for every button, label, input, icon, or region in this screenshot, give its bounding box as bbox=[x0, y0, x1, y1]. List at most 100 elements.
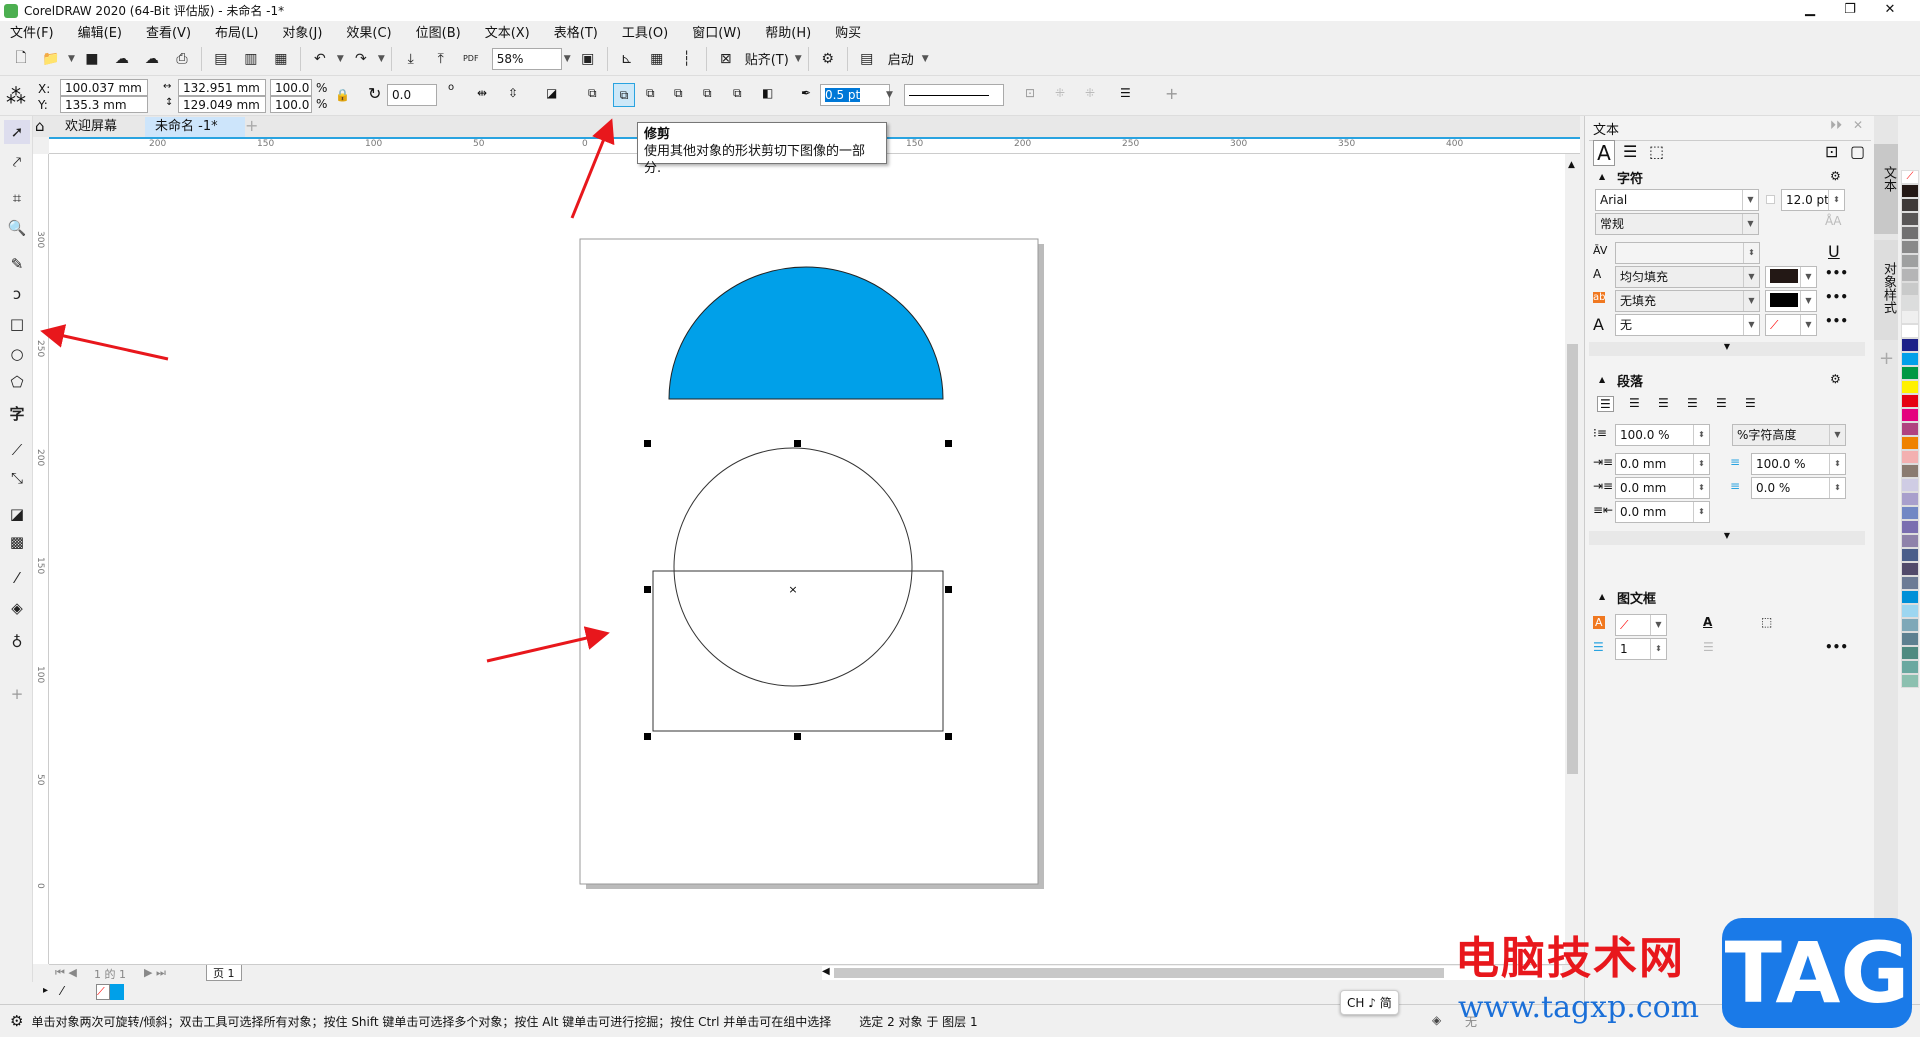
ellipse-tool-icon[interactable]: ○ bbox=[4, 342, 30, 366]
font-select[interactable]: Arial ▼ bbox=[1595, 189, 1759, 211]
palette-swatch[interactable] bbox=[1901, 492, 1919, 506]
smart-fill-icon[interactable]: ♁ bbox=[4, 630, 30, 654]
interactive-fill-icon[interactable]: ◈ bbox=[4, 596, 30, 620]
rotation-angle-input[interactable]: 0.0 bbox=[387, 84, 437, 106]
back-minus-front-icon[interactable]: ⧉ bbox=[733, 86, 742, 101]
launch-icon[interactable]: ▤ bbox=[855, 47, 879, 71]
expand-character-icon[interactable]: ▼ bbox=[1589, 342, 1865, 356]
outline-select[interactable]: 无 ▼ bbox=[1615, 314, 1760, 336]
palette-swatch[interactable] bbox=[1901, 198, 1919, 212]
tab-document[interactable]: 未命名 -1* bbox=[145, 117, 245, 137]
space-before-input[interactable]: 100.0 % ⬍ bbox=[1751, 453, 1846, 475]
palette-swatch[interactable] bbox=[1901, 338, 1919, 352]
outline-width-dropdown[interactable]: ▼ bbox=[886, 90, 893, 100]
docker-expand-icon[interactable]: ⏵⏵ bbox=[1830, 118, 1842, 133]
expand-paragraph-icon[interactable]: ▼ bbox=[1589, 531, 1865, 545]
eyedropper-icon[interactable]: ⁄ bbox=[61, 984, 63, 998]
menu-edit[interactable]: 编辑(E) bbox=[78, 22, 122, 41]
menu-effects[interactable]: 效果(C) bbox=[346, 22, 391, 41]
polygon-tool-icon[interactable]: ⬠ bbox=[4, 370, 30, 394]
palette-swatch[interactable] bbox=[1901, 282, 1919, 296]
background-color-picker[interactable]: ▼ bbox=[1765, 290, 1817, 312]
zoom-dropdown-icon[interactable]: ▼ bbox=[564, 54, 571, 64]
page-nav-last-icon[interactable]: ▶ ⏭ bbox=[144, 966, 166, 980]
horizontal-scrollbar[interactable]: ◀ bbox=[822, 966, 1562, 980]
palette-swatch[interactable] bbox=[1901, 226, 1919, 240]
force-justify-icon[interactable]: ☰ bbox=[1745, 396, 1756, 410]
weld-icon[interactable]: ⧉ bbox=[588, 86, 597, 101]
align-icon[interactable]: ☰ bbox=[1120, 86, 1131, 100]
side-tab-text[interactable]: 文本 bbox=[1874, 144, 1898, 234]
align-right-icon[interactable]: ☰ bbox=[1687, 396, 1698, 410]
y-position-input[interactable]: 135.3 mm bbox=[60, 96, 148, 113]
frame-options-icon[interactable]: ▢ bbox=[1850, 142, 1865, 161]
palette-swatch[interactable] bbox=[1901, 436, 1919, 450]
palette-swatch[interactable] bbox=[1901, 394, 1919, 408]
apply-icon[interactable]: ⊡ bbox=[1825, 142, 1838, 161]
menu-tools[interactable]: 工具(O) bbox=[622, 22, 668, 41]
font-size-scale-icon[interactable]: ÅA bbox=[1825, 214, 1841, 228]
drawing-canvas[interactable]: × bbox=[49, 154, 1565, 964]
column-balance-icon[interactable]: ☰ bbox=[1703, 640, 1714, 654]
export-pdf-icon[interactable]: PDF bbox=[459, 47, 483, 71]
frame-more-button[interactable]: ••• bbox=[1825, 640, 1848, 654]
node-icon[interactable]: ⁜ bbox=[1085, 86, 1095, 100]
snap-off-icon[interactable]: ⊠ bbox=[714, 47, 738, 71]
palette-swatch[interactable] bbox=[1901, 352, 1919, 366]
vertical-alignment-icon[interactable]: A bbox=[1703, 615, 1712, 629]
palette-swatch[interactable] bbox=[1901, 296, 1919, 310]
boundary-icon[interactable]: ◧ bbox=[762, 86, 773, 100]
outline-more-button[interactable]: ••• bbox=[1825, 314, 1848, 328]
add-icon[interactable]: + bbox=[1165, 84, 1178, 103]
palette-swatch[interactable] bbox=[1901, 268, 1919, 282]
trim-icon[interactable]: ⧉ bbox=[613, 83, 635, 107]
artistic-media-icon[interactable]: ↄ bbox=[4, 282, 30, 306]
frame-resize-icon[interactable]: ⬚ bbox=[1761, 615, 1772, 629]
palette-swatch[interactable] bbox=[1901, 254, 1919, 268]
add-tool-icon[interactable]: + bbox=[4, 682, 30, 706]
crop-tool-icon[interactable]: ⌗ bbox=[4, 186, 30, 210]
x-position-input[interactable]: 100.037 mm bbox=[60, 79, 148, 96]
font-size-input[interactable]: 12.0 pt ⬍ bbox=[1781, 189, 1845, 211]
menu-view[interactable]: 查看(V) bbox=[146, 22, 191, 41]
background-more-button[interactable]: ••• bbox=[1825, 290, 1848, 304]
menu-object[interactable]: 对象(J) bbox=[282, 22, 322, 41]
palette-swatch[interactable] bbox=[1901, 590, 1919, 604]
justify-icon[interactable]: ☰ bbox=[1716, 396, 1727, 410]
eyedropper-icon[interactable]: ⁄ bbox=[4, 566, 30, 590]
page-nav-first-icon[interactable]: ⏮ ◀ bbox=[55, 966, 77, 980]
palette-swatch[interactable] bbox=[1901, 478, 1919, 492]
zoom-level-input[interactable]: 58% bbox=[491, 47, 562, 70]
menu-text[interactable]: 文本(X) bbox=[485, 22, 530, 41]
show-rulers-icon[interactable]: ⊾ bbox=[615, 47, 639, 71]
palette-swatch[interactable] bbox=[1901, 562, 1919, 576]
palette-swatch[interactable] bbox=[1901, 184, 1919, 198]
tab-welcome[interactable]: 欢迎屏幕 bbox=[55, 117, 127, 137]
no-color-swatch[interactable]: ⟋ bbox=[1901, 170, 1919, 184]
connector-tool-icon[interactable]: ⤡ bbox=[4, 466, 30, 490]
palette-swatch[interactable] bbox=[1901, 548, 1919, 562]
width-input[interactable]: 132.951 mm bbox=[178, 79, 266, 96]
menu-buy[interactable]: 购买 bbox=[835, 22, 861, 41]
paragraph-settings-icon[interactable]: ⚙ bbox=[1830, 372, 1841, 386]
open-icon[interactable]: 📁 bbox=[39, 47, 63, 71]
scroll-up-icon[interactable]: ▲ bbox=[1568, 160, 1575, 170]
frame-background-color[interactable]: ⟋ ▼ bbox=[1615, 614, 1667, 636]
character-tab-icon[interactable]: A bbox=[1593, 140, 1615, 166]
simplify-icon[interactable]: ⧉ bbox=[674, 86, 683, 101]
add-tab-icon[interactable]: + bbox=[245, 116, 258, 135]
rectangle-tool-icon[interactable]: □ bbox=[4, 312, 30, 336]
page-tab[interactable]: 页 1 bbox=[206, 965, 242, 981]
background-fill-select[interactable]: 无填充 ▼ bbox=[1615, 290, 1760, 312]
collapse-character-icon[interactable]: ▲ bbox=[1599, 172, 1605, 181]
palette-swatch[interactable] bbox=[1901, 310, 1919, 324]
menu-bitmaps[interactable]: 位图(B) bbox=[416, 22, 461, 41]
palette-swatch[interactable] bbox=[1901, 380, 1919, 394]
columns-input[interactable]: 1 ⬍ bbox=[1615, 638, 1667, 660]
wrap-text-icon[interactable]: ⊡ bbox=[1025, 86, 1035, 100]
vertical-scrollbar[interactable]: ▲ bbox=[1565, 154, 1580, 964]
align-center-icon[interactable]: ☰ bbox=[1658, 396, 1669, 410]
align-left-icon[interactable]: ☰ bbox=[1629, 396, 1640, 410]
convert-curves-icon[interactable]: ⁜ bbox=[1055, 86, 1065, 100]
palette-swatch[interactable] bbox=[1901, 632, 1919, 646]
